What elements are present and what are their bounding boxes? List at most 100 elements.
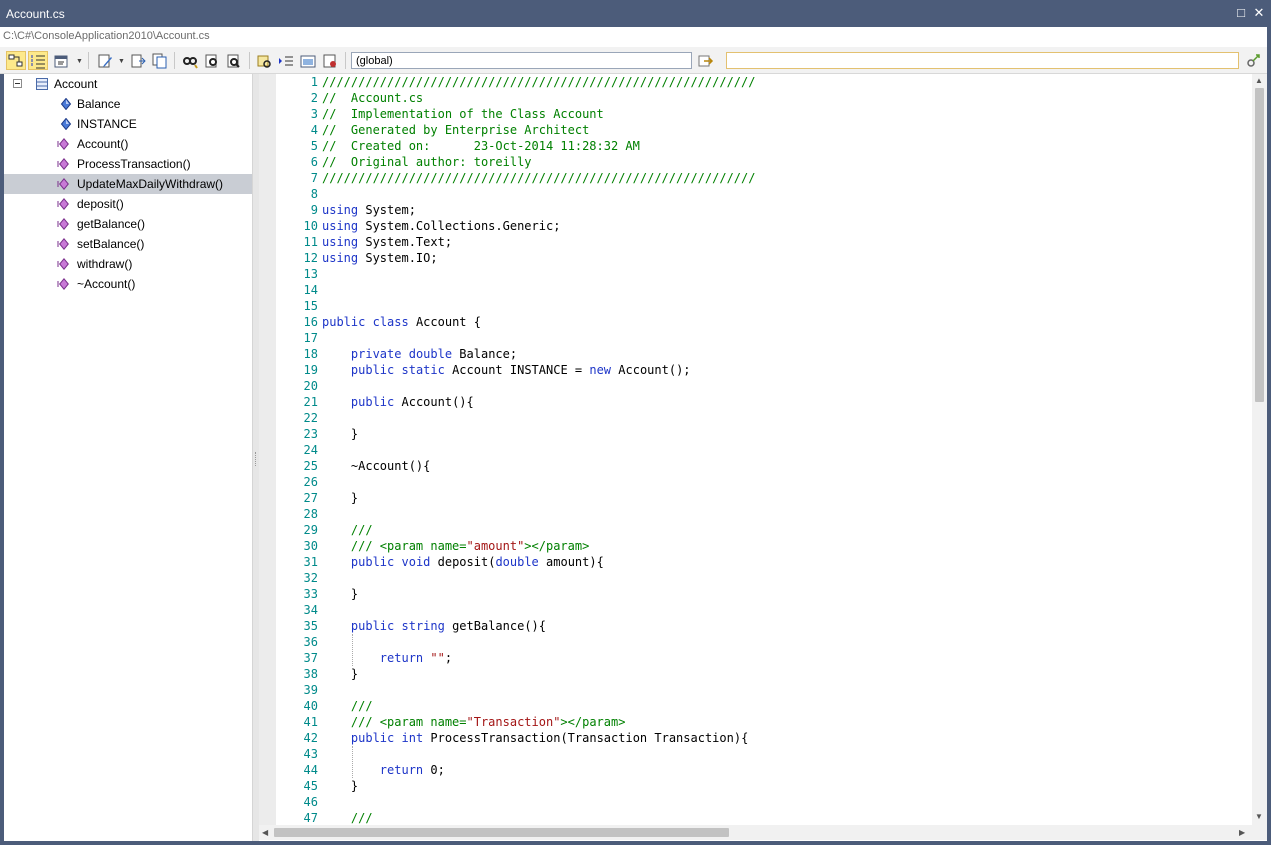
tree-item[interactable]: setBalance() [4,234,252,254]
edit-icon[interactable] [95,51,115,70]
breakpoint-icon[interactable] [320,51,340,70]
code-line[interactable]: 42 public int ProcessTransaction(Transac… [259,730,1249,746]
view-icon[interactable] [298,51,318,70]
code-line[interactable]: 19 public static Account INSTANCE = new … [259,362,1249,378]
numbered-list-icon[interactable] [28,51,48,70]
properties-dropdown-icon[interactable]: ▼ [76,58,83,65]
code-line[interactable]: 45 } [259,778,1249,794]
code-comment: ////////////////////////////////////////… [322,171,756,185]
tree-item-label: UpdateMaxDailyWithdraw() [77,177,224,191]
sort-tree-icon[interactable] [6,51,26,70]
code-line[interactable]: 25 ~Account(){ [259,458,1249,474]
code-line[interactable]: 17 [259,330,1249,346]
code-keyword: private [350,347,402,361]
code-line[interactable]: 36 [259,634,1249,650]
code-line[interactable]: 41 /// <param name="Transaction"></param… [259,714,1249,730]
tree-item[interactable]: withdraw() [4,254,252,274]
code-line[interactable]: 20 [259,378,1249,394]
code-line[interactable]: 32 [259,570,1249,586]
code-line[interactable]: 14 [259,282,1249,298]
code-text: ////////////////////////////////////////… [322,74,755,90]
code-line[interactable]: 18 private double Balance; [259,346,1249,362]
code-text: ////////////////////////////////////////… [322,170,755,186]
code-text: using System.Text; [322,234,452,250]
go-icon[interactable] [696,51,716,70]
code-editor[interactable]: 1///////////////////////////////////////… [259,74,1252,825]
find-previous-icon[interactable] [224,51,244,70]
tree-item[interactable]: ~Account() [4,274,252,294]
code-line[interactable]: 30 /// <param name="amount"></param> [259,538,1249,554]
code-text: public int ProcessTransaction(Transactio… [322,730,748,746]
code-line[interactable]: 27 } [259,490,1249,506]
code-line[interactable]: 38 } [259,666,1249,682]
find-icon[interactable] [180,51,200,70]
code-line[interactable]: 24 [259,442,1249,458]
code-line[interactable]: 15 [259,298,1249,314]
import-icon[interactable] [128,51,148,70]
edit-dropdown-icon[interactable]: ▼ [118,58,125,65]
toggle-bookmark-icon[interactable] [254,51,274,70]
code-line[interactable]: 16 public class Account { [259,314,1249,330]
code-line[interactable]: 26 [259,474,1249,490]
vertical-scroll-thumb[interactable] [1255,88,1264,402]
code-line[interactable]: 34 [259,602,1249,618]
code-line[interactable]: 47 /// [259,810,1249,825]
indent-icon[interactable] [276,51,296,70]
code-line[interactable]: 46 [259,794,1249,810]
scroll-right-icon[interactable]: ▶ [1239,828,1245,837]
maximize-icon[interactable]: □ [1234,6,1248,20]
code-line[interactable]: 6 // Original author: toreilly [259,154,1249,170]
code-line[interactable]: 43 [259,746,1249,762]
code-line[interactable]: 9 using System; [259,202,1249,218]
code-line[interactable]: 4 // Generated by Enterprise Architect [259,122,1249,138]
code-line[interactable]: 28 [259,506,1249,522]
find-input[interactable] [726,52,1239,69]
search-go-icon[interactable] [1243,51,1263,70]
code-line[interactable]: 3 // Implementation of the Class Account [259,106,1249,122]
code-line[interactable]: 10 using System.Collections.Generic; [259,218,1249,234]
code-line[interactable]: 29 /// [259,522,1249,538]
tree-item[interactable]: INSTANCE [4,114,252,134]
code-line[interactable]: 21 public Account(){ [259,394,1249,410]
scroll-down-icon[interactable]: ▼ [1255,812,1263,821]
tree-item[interactable]: ProcessTransaction() [4,154,252,174]
collapse-icon[interactable] [13,79,22,88]
code-line[interactable]: 31 public void deposit(double amount){ [259,554,1249,570]
code-line[interactable]: 40 /// [259,698,1249,714]
tree-item[interactable]: deposit() [4,194,252,214]
vertical-scrollbar[interactable]: ▲ ▼ [1252,74,1267,825]
scope-combo[interactable] [351,52,692,69]
code-line[interactable]: 8 [259,186,1249,202]
code-line[interactable]: 5 // Created on: 23-Oct-2014 11:28:32 AM [259,138,1249,154]
code-line[interactable]: 23 } [259,426,1249,442]
code-line[interactable]: 33 } [259,586,1249,602]
toolbar-separator [174,52,175,69]
horizontal-scroll-thumb[interactable] [274,828,729,837]
code-line[interactable]: 7 ///////////////////////////////////////… [259,170,1249,186]
code-line[interactable]: 22 [259,410,1249,426]
code-line[interactable]: 1 ///////////////////////////////////////… [259,74,1249,90]
copy-icon[interactable] [150,51,170,70]
properties-icon[interactable] [52,51,72,70]
tree-item[interactable]: Balance [4,94,252,114]
scroll-left-icon[interactable]: ◀ [262,828,268,837]
method-icon [57,258,69,270]
tree-item[interactable]: UpdateMaxDailyWithdraw() [4,174,252,194]
horizontal-scrollbar[interactable]: ◀ ▶ [259,825,1252,840]
tree-item[interactable]: Account() [4,134,252,154]
code-line[interactable]: 11 using System.Text; [259,234,1249,250]
scroll-up-icon[interactable]: ▲ [1255,76,1263,85]
code-line[interactable]: 2 // Account.cs [259,90,1249,106]
code-line[interactable]: 37 return ""; [259,650,1249,666]
close-icon[interactable]: ✕ [1252,6,1266,20]
code-line[interactable]: 12 using System.IO; [259,250,1249,266]
tree-item-root[interactable]: Account [4,74,252,94]
code-line[interactable]: 13 [259,266,1249,282]
code-line[interactable]: 35 public string getBalance(){ [259,618,1249,634]
tree-item[interactable]: getBalance() [4,214,252,234]
code-line[interactable]: 44 return 0; [259,762,1249,778]
code-line[interactable]: 39 [259,682,1249,698]
find-next-icon[interactable] [202,51,222,70]
